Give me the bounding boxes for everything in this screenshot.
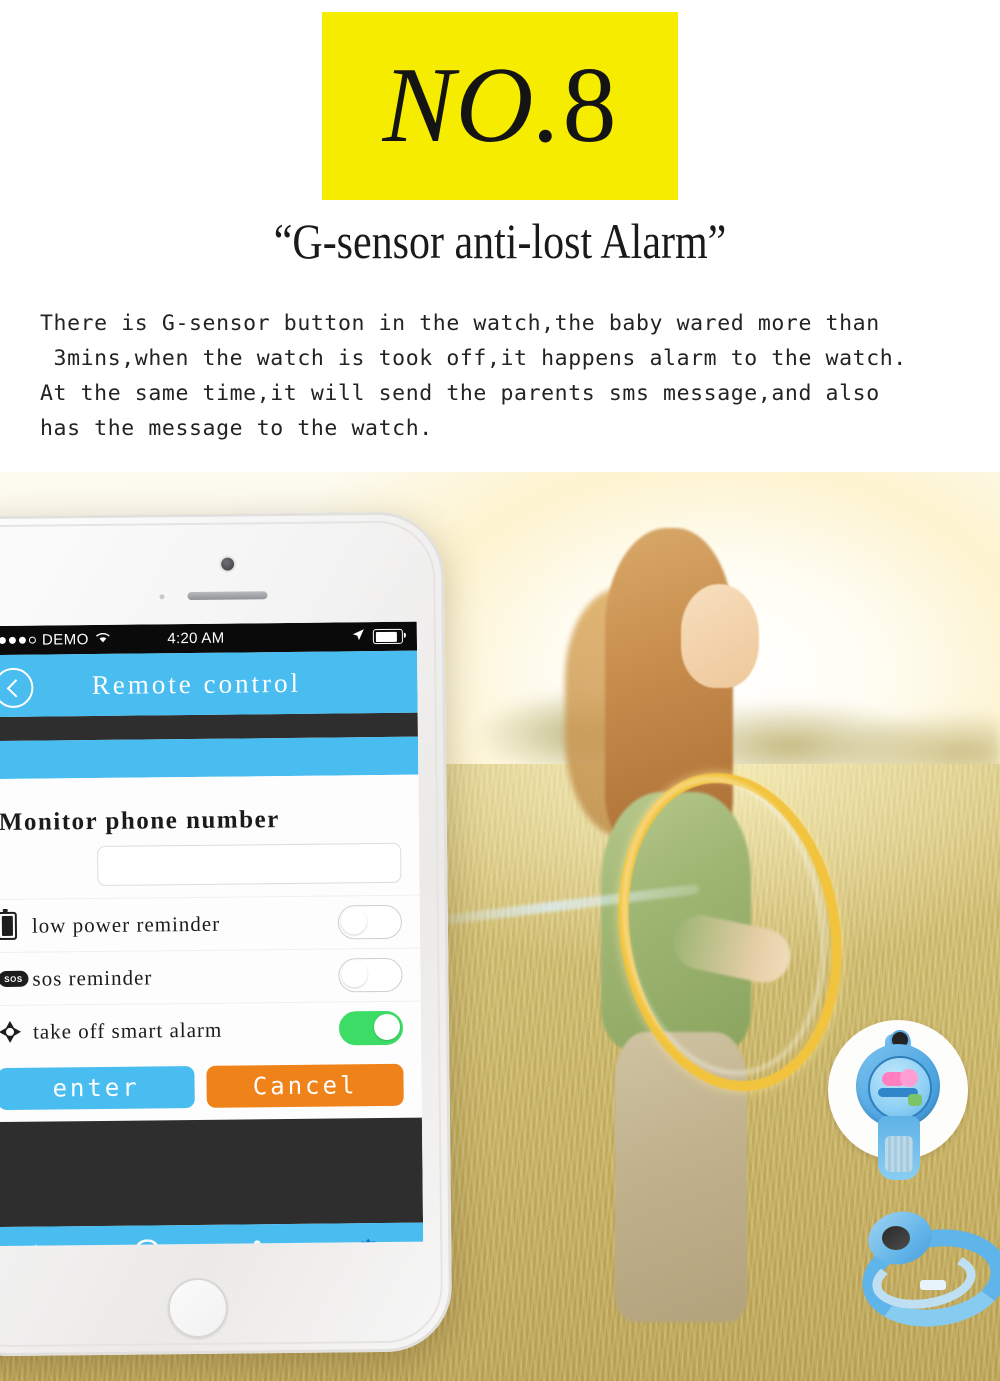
toggle-knob xyxy=(341,961,368,988)
row-label-sos: sos reminder xyxy=(32,964,153,991)
row-sos-reminder[interactable]: SOS sos reminder xyxy=(0,947,421,1006)
monitor-phone-input[interactable] xyxy=(97,842,402,886)
enter-button[interactable]: enter xyxy=(0,1065,195,1111)
tab-home[interactable] xyxy=(8,1235,64,1247)
status-bar-right xyxy=(224,628,403,647)
phone-mockup: DEMO 4:20 AM Remote control Monitor phon… xyxy=(0,511,453,1357)
number-badge-text: NO.8 xyxy=(382,52,617,160)
screen-dark-area xyxy=(0,1117,424,1228)
remote-control-form: Monitor phone number low power reminder … xyxy=(0,774,422,1123)
battery-icon xyxy=(0,911,32,941)
row-label-low-power: low power reminder xyxy=(31,911,221,938)
feature-description: There is G-sensor button in the watch,th… xyxy=(40,311,907,441)
signal-strength-icon xyxy=(0,636,36,645)
location-arrow-icon xyxy=(352,628,365,645)
screen-blue-strip xyxy=(0,736,419,780)
number-badge: NO.8 xyxy=(322,12,678,200)
toggle-low-power-reminder[interactable] xyxy=(337,904,403,940)
toggle-knob xyxy=(373,1013,401,1041)
status-bar-left: DEMO xyxy=(0,630,167,649)
watch-on-grass xyxy=(856,1196,1000,1336)
row-take-off-smart-alarm[interactable]: take off smart alarm xyxy=(0,1000,422,1059)
sos-icon: SOS xyxy=(0,970,33,988)
watch-screen xyxy=(868,1056,932,1120)
page-title: Remote control xyxy=(91,667,302,700)
home-button[interactable] xyxy=(167,1277,229,1339)
battery-icon xyxy=(372,628,403,645)
proximity-sensor-icon xyxy=(159,594,165,600)
home-icon xyxy=(23,1244,50,1247)
toggle-sos-reminder[interactable] xyxy=(338,957,403,993)
front-camera-icon xyxy=(221,557,235,571)
toggle-take-off-smart-alarm[interactable] xyxy=(338,1010,404,1046)
grass-watch-buckle xyxy=(920,1280,946,1290)
feature-subtitle: “G-sensor anti-lost Alarm” xyxy=(273,213,727,269)
monitor-phone-input-wrap xyxy=(0,833,420,900)
child-face xyxy=(681,584,759,688)
watch-callout xyxy=(828,1020,990,1195)
badge-prefix: NO. xyxy=(382,46,563,165)
wifi-icon xyxy=(95,631,111,648)
status-bar: DEMO 4:20 AM xyxy=(0,621,418,656)
monitor-phone-label: Monitor phone number xyxy=(0,806,280,837)
clock-label: 4:20 AM xyxy=(167,629,225,648)
app-navbar: Remote control xyxy=(0,650,418,718)
grass-watch-screen xyxy=(882,1226,910,1250)
watch-band-texture xyxy=(885,1136,913,1172)
row-label-smart-alarm: take off smart alarm xyxy=(32,1017,223,1044)
product-detail-page: NO.8 “G-sensor anti-lost Alarm” There is… xyxy=(0,0,1000,1381)
form-actions: enter Cancel xyxy=(0,1054,422,1123)
back-chevron-icon xyxy=(6,678,25,698)
watch-screen-art-4 xyxy=(908,1094,922,1106)
toggle-knob xyxy=(340,908,368,935)
cancel-button[interactable]: Cancel xyxy=(206,1063,404,1108)
alarm-icon xyxy=(0,1021,33,1043)
badge-number: 8 xyxy=(562,46,618,165)
carrier-label: DEMO xyxy=(41,631,90,649)
phone-screen: DEMO 4:20 AM Remote control Monitor phon… xyxy=(0,621,424,1247)
earpiece-speaker xyxy=(187,591,268,601)
row-low-power-reminder[interactable]: low power reminder xyxy=(0,894,421,953)
watch-screen-art-2 xyxy=(900,1069,918,1087)
intro-text-section: NO.8 “G-sensor anti-lost Alarm” There is… xyxy=(0,0,1000,472)
